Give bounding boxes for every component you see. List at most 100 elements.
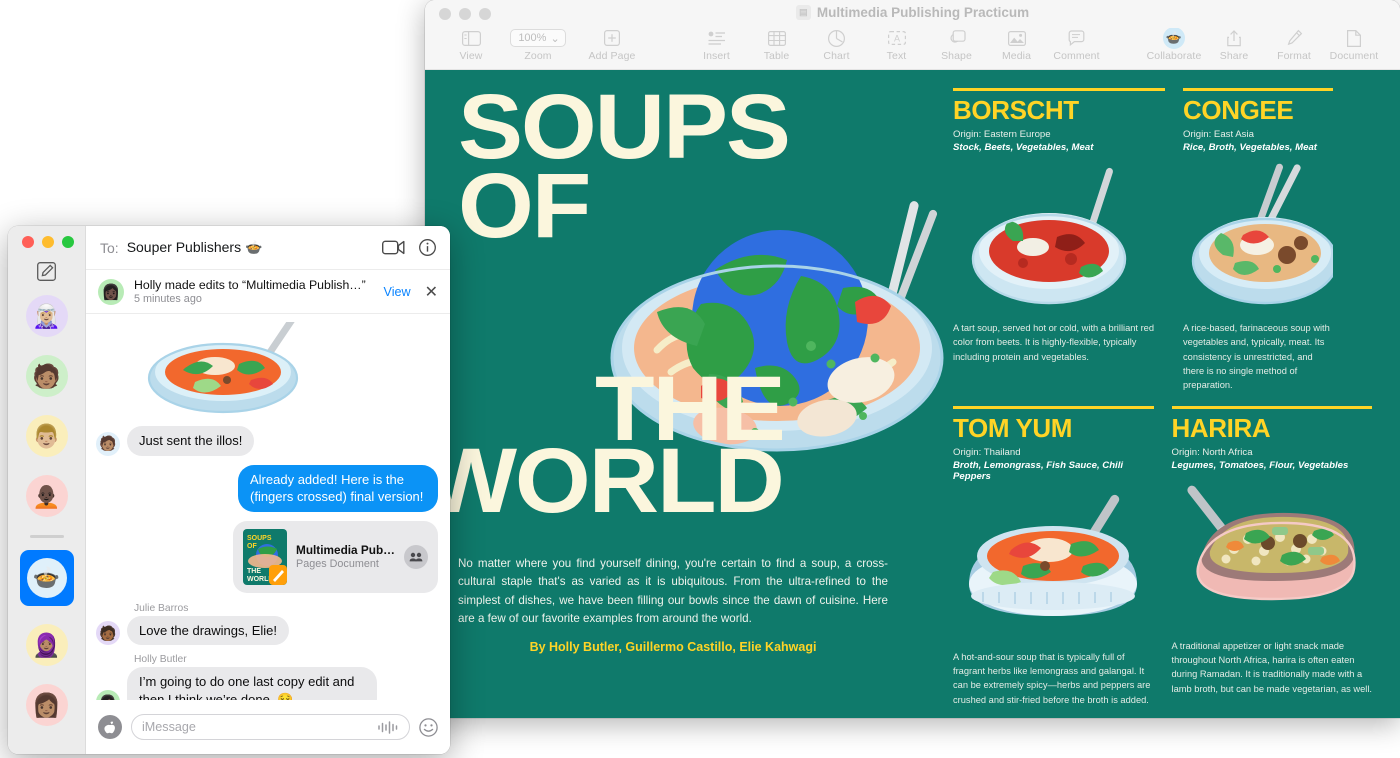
audio-waveform-icon[interactable] [377,721,399,734]
avatar: 🍲 [27,558,67,598]
soup-origin: Origin: East Asia [1183,129,1333,140]
avatar: 🧑🏽 [96,432,120,456]
sidebar-avatar-3[interactable]: 👨🏼 [26,415,68,457]
soup-illustration-tom-yum [953,492,1154,642]
toolbar-chart-label: Chart [823,50,849,62]
soup-row-2: TOM YUM Origin: Thailand Broth, Lemongra… [953,406,1372,707]
message-thread[interactable]: 🧑🏽 Just sent the illos! Already added! H… [86,314,450,700]
avatar-glyph: 👩🏽 [32,692,61,719]
format-brush-icon [1285,28,1303,48]
soup-name: CONGEE [1183,97,1333,124]
toolbar-table[interactable]: Table [747,28,807,62]
toolbar-format[interactable]: Format [1264,28,1324,62]
soup-ingredients: Broth, Lemongrass, Fish Sauce, Chili Pep… [953,460,1154,482]
toolbar-document[interactable]: Document [1324,28,1384,62]
toolbar-share[interactable]: Share [1204,28,1264,62]
poster-page: SOUPS OF THE WORLD No matter where you f… [425,70,1400,718]
document-name: Multimedia Pub… [296,543,395,557]
toolbar-text[interactable]: A Text [867,28,927,62]
zoom-select[interactable]: 100% ⌄ [510,29,565,47]
sidebar-avatar-2[interactable]: 🧑🏽 [26,355,68,397]
avatar-glyph: 🧑🏽 [99,435,116,452]
zoom-value: 100% [518,32,546,44]
toolbar-zoom[interactable]: 100% ⌄ Zoom [501,28,575,62]
soup-illustration-congee [1183,163,1333,313]
zoom-control-wrap: 100% ⌄ [510,28,565,48]
toolbar-insert-label: Insert [703,50,730,62]
soup-illustration-harira [1172,481,1373,631]
toolbar-comment[interactable]: Comment [1047,28,1107,62]
toolbar-view-label: View [460,50,483,62]
comment-icon [1068,28,1085,48]
pages-title-text: Multimedia Publishing Practicum [817,5,1029,20]
recipient-field[interactable]: Souper Publishers 🍲 [127,239,263,256]
avatar: 🧑🏾 [96,621,120,645]
facetime-video-icon[interactable] [382,240,405,255]
document-meta: Multimedia Pub… Pages Document [296,543,395,570]
apps-icon[interactable] [98,715,122,739]
pages-toolbar[interactable]: View 100% ⌄ Zoom Add Page [425,28,1400,70]
avatar: 👩🏿 [96,690,120,700]
close-button[interactable] [22,236,34,248]
avatar-glyph: 👩🏿 [99,694,116,700]
zoom-button[interactable] [62,236,74,248]
document-kind: Pages Document [296,558,395,570]
toolbar-comment-label: Comment [1053,50,1099,62]
soup-card-congee: CONGEE Origin: East Asia Rice, Broth, Ve… [1183,88,1333,392]
soup-ingredients: Stock, Beets, Vegetables, Meat [953,142,1165,153]
header-actions[interactable] [382,239,436,256]
messages-main: To: Souper Publishers 🍲 👩🏿 Holly made ed… [86,226,450,754]
info-icon[interactable] [419,239,436,256]
message-bubble[interactable]: I’m going to do one last copy edit and t… [127,667,377,700]
document-icon [1347,28,1361,48]
avatar-glyph: 👨🏼 [32,423,61,450]
minimize-button[interactable] [42,236,54,248]
emoji-picker-icon[interactable] [419,718,438,737]
sidebar-conversation-selected[interactable]: 🍲 [20,550,74,606]
message-bubble[interactable]: Just sent the illos! [127,426,254,456]
pages-titlebar: ▤ Multimedia Publishing Practicum [425,0,1400,28]
compose-icon[interactable] [37,262,56,281]
messages-traffic-lights[interactable] [22,236,74,248]
chevron-down-icon: ⌄ [550,32,559,45]
message-bubble[interactable]: Already added! Here is the (fingers cros… [238,465,438,512]
message-image-attachment[interactable] [127,322,317,418]
toolbar-view[interactable]: View [441,28,501,62]
poster-intro-paragraph: No matter where you find yourself dining… [458,555,888,628]
share-icon [1227,28,1241,48]
sidebar-avatar-5[interactable]: 🧕🏽 [26,624,68,666]
toolbar-shape[interactable]: Shape [927,28,987,62]
divider-rule [953,88,1165,91]
messages-sidebar[interactable]: 🧝🏼‍♀️ 🧑🏽 👨🏼 🧑🏿‍🦲 🍲 🧕🏽 👩🏽 [8,226,86,754]
toolbar-add-page[interactable]: Add Page [575,28,649,62]
poster-title-line-4: WORLD [425,442,913,521]
soup-name: BORSCHT [953,97,1165,124]
pages-window: ▤ Multimedia Publishing Practicum View 1… [425,0,1400,718]
soup-card-tom-yum: TOM YUM Origin: Thailand Broth, Lemongra… [953,406,1154,707]
toolbar-zoom-label: Zoom [524,50,551,62]
sidebar-avatar-1[interactable]: 🧝🏼‍♀️ [26,295,68,337]
toolbar-chart[interactable]: Chart [807,28,867,62]
imessage-input[interactable]: iMessage [131,714,410,740]
media-image-icon [1008,28,1026,48]
toolbar-text-label: Text [887,50,907,62]
message-bubble[interactable]: Love the drawings, Elie! [127,616,289,646]
toolbar-insert[interactable]: Insert [687,28,747,62]
avatar-glyph: 🍲 [33,565,60,591]
soup-illustration-borscht [953,163,1165,313]
banner-view-button[interactable]: View [384,285,411,299]
sidebar-avatar-6[interactable]: 👩🏽 [26,684,68,726]
close-icon[interactable]: ✕ [421,282,438,302]
toolbar-media[interactable]: Media [987,28,1047,62]
soup-origin: Origin: North Africa [1172,447,1373,458]
sender-name: Holly Butler [134,654,438,665]
sidebar-avatar-4[interactable]: 🧑🏿‍🦲 [26,475,68,517]
message-composer[interactable]: iMessage [86,700,450,754]
soup-name: HARIRA [1172,415,1373,442]
sidebar-icon [462,28,481,48]
activity-banner[interactable]: 👩🏿 Holly made edits to “Multimedia Publi… [86,270,450,314]
document-canvas[interactable]: SOUPS OF THE WORLD No matter where you f… [425,70,1400,718]
shared-document-card[interactable]: SOUPS OF THE WORLD Multimedia Pub… Page [233,521,438,593]
svg-text:OF: OF [247,543,257,550]
toolbar-collaborate[interactable]: 🍲 Collaborate [1144,28,1204,62]
